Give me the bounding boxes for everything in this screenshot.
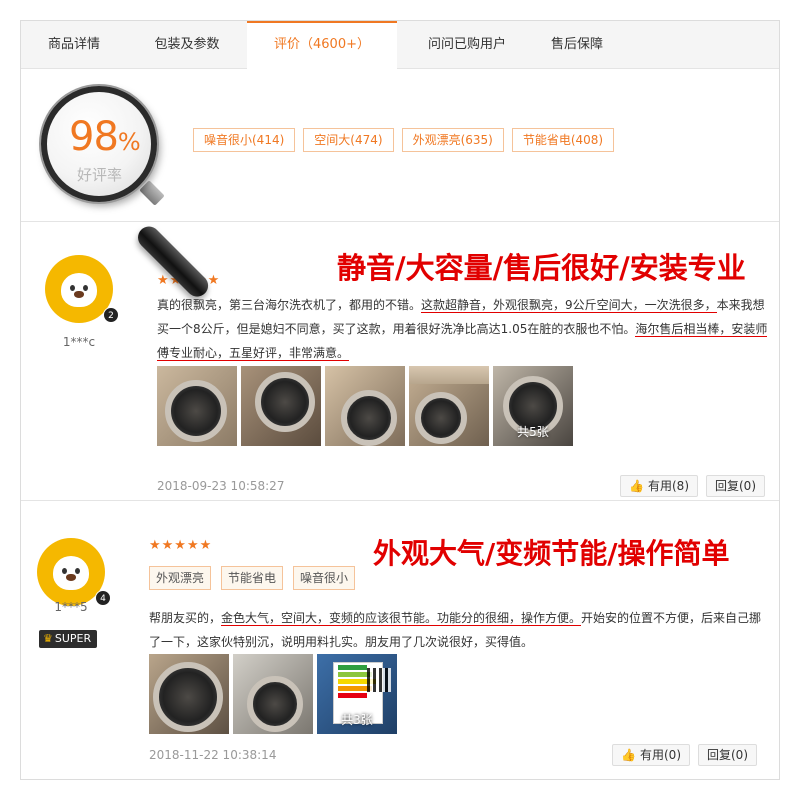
magnifier-neck bbox=[139, 180, 165, 206]
super-member-badge: ♛ SUPER bbox=[39, 630, 98, 648]
review-text-highlight: 这款超静音，外观很飘亮，9公斤空间大，一次洗很多， bbox=[421, 298, 717, 313]
review-text: 帮朋友买的，金色大气，空间大，变频的应该很节能。功能分的很细，操作方便。开始安的… bbox=[149, 606, 771, 654]
review-photo[interactable] bbox=[241, 366, 321, 446]
user-level-badge: 2 bbox=[103, 307, 119, 323]
review-date: 2018-11-22 10:38:14 bbox=[149, 748, 277, 762]
review-photo[interactable] bbox=[409, 366, 489, 446]
energy-bar bbox=[338, 693, 367, 698]
review-headline: 外观大气/变频节能/操作简单 bbox=[373, 537, 730, 570]
username: 1***c bbox=[62, 335, 96, 349]
avatar: 4 bbox=[41, 542, 111, 606]
useful-button[interactable]: 👍 有用(0) bbox=[612, 744, 690, 766]
review-photo[interactable]: 共3张 bbox=[317, 654, 397, 734]
washer-drum bbox=[153, 662, 223, 732]
summary-tag[interactable]: 外观漂亮(635) bbox=[401, 128, 504, 152]
tab-after-sales[interactable]: 售后保障 bbox=[537, 21, 617, 69]
positive-rate: 98% bbox=[69, 114, 141, 160]
positive-rate-label: 好评率 bbox=[77, 166, 123, 184]
star-rating: ★★★★★ bbox=[149, 538, 213, 553]
crown-icon: ♛ bbox=[43, 632, 53, 645]
thumb-up-icon: 👍 bbox=[629, 479, 644, 493]
reply-button[interactable]: 回复(0) bbox=[698, 744, 757, 766]
avatar-eye bbox=[75, 568, 80, 574]
photo-count: 共5张 bbox=[517, 425, 549, 439]
review-tag: 外观漂亮 bbox=[149, 566, 212, 590]
qr-code-icon bbox=[367, 668, 391, 692]
tab-reviews[interactable]: 评价（4600+） bbox=[247, 21, 397, 70]
magnifier-icon: 98% 好评率 bbox=[37, 82, 257, 302]
review-text-segment: 真的很飘亮，第三台海尔洗衣机了，都用的不错。 bbox=[157, 298, 422, 312]
avatar-nose bbox=[66, 574, 76, 581]
review-photo[interactable] bbox=[149, 654, 229, 734]
avatar-nose bbox=[74, 291, 84, 298]
avatar-lion-face bbox=[53, 556, 89, 590]
review-tag: 噪音很小 bbox=[293, 566, 356, 590]
reply-button[interactable]: 回复(0) bbox=[706, 475, 765, 497]
positive-rate-percent: % bbox=[117, 128, 141, 156]
summary-tag[interactable]: 空间大(474) bbox=[303, 128, 394, 152]
avatar-eye bbox=[70, 285, 75, 291]
energy-bar bbox=[338, 665, 367, 670]
thumb-up-icon: 👍 bbox=[621, 748, 636, 762]
review-photo[interactable] bbox=[233, 654, 313, 734]
washer-drum bbox=[341, 390, 397, 446]
washer-drum bbox=[247, 676, 303, 732]
username: 1***5 bbox=[54, 600, 88, 614]
tab-package-params[interactable]: 包装及参数 bbox=[127, 21, 247, 69]
washer-control-panel bbox=[409, 366, 489, 384]
review-text-segment: 帮朋友买的， bbox=[149, 611, 222, 625]
review-actions: 👍 有用(0) 回复(0) bbox=[612, 744, 757, 766]
useful-button[interactable]: 👍 有用(8) bbox=[620, 475, 698, 497]
review-text-highlight: 金色大气，空间大，变频的应该很节能。功能分的很细，操作方便。 bbox=[221, 611, 582, 626]
photo-count: 共3张 bbox=[341, 713, 373, 727]
review-photos: 共5张 bbox=[157, 366, 573, 446]
useful-label: 有用(8) bbox=[648, 479, 689, 493]
review-date: 2018-09-23 10:58:27 bbox=[157, 479, 285, 493]
avatar-eye bbox=[83, 285, 88, 291]
washer-drum bbox=[165, 380, 227, 442]
summary-tag[interactable]: 节能省电(408) bbox=[511, 128, 615, 152]
review-photo[interactable] bbox=[157, 366, 237, 446]
product-tabs: 商品详情 包装及参数 评价（4600+） 问问已购用户 售后保障 bbox=[21, 21, 779, 70]
washer-drum bbox=[415, 392, 467, 444]
review-item: 4 1***5 ♛ SUPER ★★★★★ 外观大气/变频节能/操作简单 外观漂亮… bbox=[21, 502, 779, 780]
review-text: 真的很飘亮，第三台海尔洗衣机了，都用的不错。这款超静音，外观很飘亮，9公斤空间大… bbox=[157, 293, 771, 365]
review-photo[interactable] bbox=[325, 366, 405, 446]
tab-product-details[interactable]: 商品详情 bbox=[21, 21, 127, 69]
review-tag: 节能省电 bbox=[221, 566, 284, 590]
review-tag-list: 外观漂亮 节能省电 噪音很小 bbox=[149, 566, 356, 590]
review-photos: 共3张 bbox=[149, 654, 397, 734]
tab-ask-buyers[interactable]: 问问已购用户 bbox=[397, 21, 537, 69]
review-headline: 静音/大容量/售后很好/安装专业 bbox=[337, 251, 746, 285]
review-actions: 👍 有用(8) 回复(0) bbox=[620, 475, 765, 497]
review-photo[interactable]: 共5张 bbox=[493, 366, 573, 446]
magnifier-lens: 98% 好评率 bbox=[41, 86, 157, 202]
positive-rate-number: 98 bbox=[69, 114, 119, 160]
review-panel: 商品详情 包装及参数 评价（4600+） 问问已购用户 售后保障 噪音很小(41… bbox=[20, 20, 780, 780]
super-label: SUPER bbox=[54, 632, 92, 645]
avatar-eye bbox=[62, 568, 67, 574]
useful-label: 有用(0) bbox=[640, 748, 681, 762]
washer-drum bbox=[255, 372, 315, 432]
